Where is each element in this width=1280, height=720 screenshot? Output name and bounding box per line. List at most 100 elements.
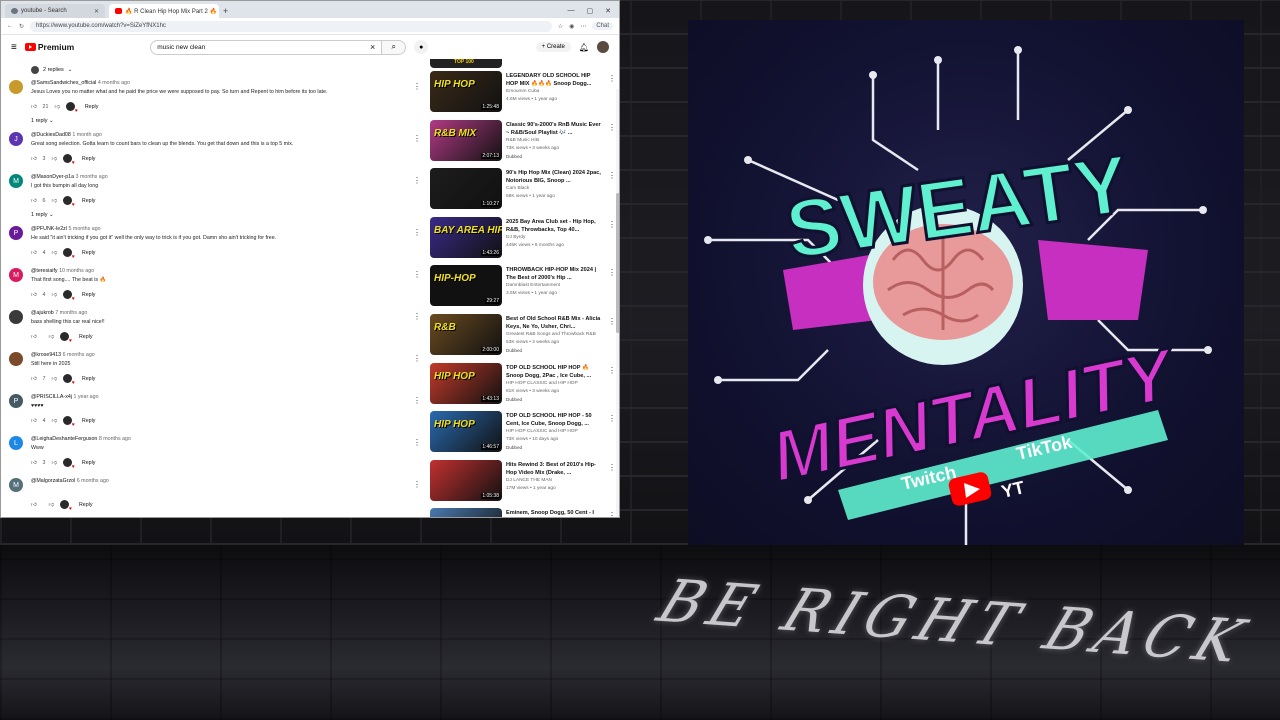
reload-icon[interactable]: ↻ xyxy=(19,23,24,30)
voice-search-button[interactable]: ● xyxy=(414,40,429,54)
video-title[interactable]: Best of Old School R&B Mix - Alicia Keys… xyxy=(506,315,602,331)
video-thumbnail[interactable]: HIP HOP 1:46:57 xyxy=(430,411,502,453)
channel-name[interactable]: HIP HOP CLASSIC and HIP HOP xyxy=(506,429,578,434)
video-thumbnail[interactable] xyxy=(430,508,502,517)
commenter-avatar[interactable]: J xyxy=(9,132,23,146)
related-video[interactable]: 1:10:27 90's Hip Hop Mix (Clean) 2024 2p… xyxy=(430,166,616,215)
account-avatar[interactable] xyxy=(597,41,609,53)
channel-name[interactable]: Damnblast Entertainment xyxy=(506,283,560,288)
related-video[interactable]: R&B 2:00:00 Best of Old School R&B Mix -… xyxy=(430,312,616,361)
commenter-avatar[interactable]: L xyxy=(9,436,23,450)
dislike-icon[interactable]: 👎︎ xyxy=(52,418,57,424)
commenter-avatar[interactable] xyxy=(9,310,23,324)
like-icon[interactable]: 👍︎ xyxy=(31,376,37,382)
comment-more-icon[interactable]: ⋮ xyxy=(413,176,421,185)
tab-current-video[interactable]: 🔥 R Clean Hip Hop Mix Part 2 🔥✕ xyxy=(109,4,219,18)
like-icon[interactable]: 👍︎ xyxy=(31,156,37,162)
video-title[interactable]: THROWBACK HIP-HOP Mix 2024 | The Best of… xyxy=(506,266,602,282)
notifications-bell-icon[interactable]: 🔔︎ xyxy=(579,43,589,52)
dislike-icon[interactable]: 👎︎ xyxy=(49,502,54,508)
comment-time[interactable]: 6 months ago xyxy=(77,478,109,484)
dislike-icon[interactable]: 👎︎ xyxy=(52,376,57,382)
url-field[interactable]: https://www.youtube.com/watch?v=SiZeYfNX… xyxy=(30,20,552,32)
video-title[interactable]: 2025 Bay Area Club set - Hip Hop, R&B, T… xyxy=(506,218,602,234)
view-replies-button[interactable]: 1 reply ⌄ xyxy=(9,212,426,222)
video-thumbnail[interactable]: R&B MIX 2:07:13 xyxy=(430,119,502,161)
comment-more-icon[interactable]: ⋮ xyxy=(413,312,421,321)
hamburger-menu-icon[interactable]: ≡ xyxy=(11,42,17,53)
like-icon[interactable]: 👍︎ xyxy=(31,334,37,340)
dislike-icon[interactable]: 👎︎ xyxy=(52,292,57,298)
reply-button[interactable]: Reply xyxy=(82,376,96,382)
comment-author[interactable]: @PFUNK-le2zl xyxy=(31,226,67,232)
commenter-avatar[interactable]: M xyxy=(9,478,23,492)
comment-time[interactable]: 3 months ago xyxy=(76,174,108,180)
video-more-icon[interactable]: ⋮ xyxy=(608,366,616,375)
partial-thumbnail[interactable]: TOP 100 xyxy=(430,59,502,68)
comment-more-icon[interactable]: ⋮ xyxy=(413,82,421,91)
reply-button[interactable]: Reply xyxy=(82,418,96,424)
like-icon[interactable]: 👍︎ xyxy=(31,292,37,298)
channel-name[interactable]: HIP HOP CLASSIC and HIP HOP xyxy=(506,381,578,386)
related-video[interactable]: HIP HOP 1:43:13 TOP OLD SCHOOL HIP HOP 🔥… xyxy=(430,361,616,410)
video-title[interactable]: TOP OLD SCHOOL HIP HOP 🔥 Snoop Dogg, 2Pa… xyxy=(506,364,602,380)
related-video[interactable]: HIP-HOP 29:27 THROWBACK HIP-HOP Mix 2024… xyxy=(430,263,616,312)
like-icon[interactable]: 👍︎ xyxy=(31,502,37,508)
reply-button[interactable]: Reply xyxy=(82,156,96,162)
comment-time[interactable]: 1 year ago xyxy=(73,394,98,400)
comment-more-icon[interactable]: ⋮ xyxy=(413,228,421,237)
video-title[interactable]: LEGENDARY OLD SCHOOL HIP HOP MIX 🔥🔥🔥 Sno… xyxy=(506,72,602,88)
video-title[interactable]: TOP OLD SCHOOL HIP HOP - 50 Cent, Ice Cu… xyxy=(506,412,602,428)
comment-more-icon[interactable]: ⋮ xyxy=(413,270,421,279)
comment-time[interactable]: 8 months ago xyxy=(99,436,131,442)
replies-toggle[interactable]: 2 replies ⌄ xyxy=(9,64,426,76)
commenter-avatar[interactable]: P xyxy=(9,394,23,408)
like-icon[interactable]: 👍︎ xyxy=(31,418,37,424)
video-more-icon[interactable]: ⋮ xyxy=(608,414,616,423)
clear-search-icon[interactable]: × xyxy=(370,42,375,52)
video-more-icon[interactable]: ⋮ xyxy=(608,317,616,326)
comment-author[interactable]: @PRISCILLA-x4j xyxy=(31,394,72,400)
video-more-icon[interactable]: ⋮ xyxy=(608,463,616,472)
video-more-icon[interactable]: ⋮ xyxy=(608,511,616,517)
profile-icon[interactable]: ◉ xyxy=(569,23,574,30)
video-more-icon[interactable]: ⋮ xyxy=(608,123,616,132)
video-thumbnail[interactable]: 1:05:38 xyxy=(430,459,502,501)
like-icon[interactable]: 👍︎ xyxy=(31,250,37,256)
view-replies-button[interactable]: 1 reply ⌄ xyxy=(9,118,426,128)
reply-button[interactable]: Reply xyxy=(85,104,99,110)
comment-more-icon[interactable]: ⋮ xyxy=(413,438,421,447)
comment-more-icon[interactable]: ⋮ xyxy=(413,134,421,143)
dislike-icon[interactable]: 👎︎ xyxy=(52,198,57,204)
comment-time[interactable]: 6 months ago xyxy=(63,352,95,358)
related-video[interactable]: R&B MIX 2:07:13 Classic 90's-2000's RnB … xyxy=(430,118,616,167)
comment-time[interactable]: 10 months ago xyxy=(59,268,94,274)
related-video[interactable]: BAY AREA HIP HOP 1:43:26 2025 Bay Area C… xyxy=(430,215,616,264)
youtube-logo[interactable]: Premium xyxy=(24,42,74,52)
commenter-avatar[interactable]: M xyxy=(9,268,23,282)
comment-author[interactable]: @ajukrob xyxy=(31,310,54,316)
related-video[interactable]: 1:05:38 Hits Rewind 3: Best of 2010's Hi… xyxy=(430,458,616,507)
dislike-icon[interactable]: 👎︎ xyxy=(52,156,57,162)
reply-button[interactable]: Reply xyxy=(79,502,93,508)
related-video[interactable]: HIP HOP 1:46:57 TOP OLD SCHOOL HIP HOP -… xyxy=(430,409,616,458)
channel-name[interactable]: Cam Black xyxy=(506,186,529,191)
commenter-avatar[interactable]: P xyxy=(9,226,23,240)
reply-button[interactable]: Reply xyxy=(79,334,93,340)
related-video[interactable]: Eminem, Snoop Dogg, 50 Cent - I Got 5 On… xyxy=(430,506,616,517)
video-title[interactable]: Hits Rewind 3: Best of 2010's Hip-Hop Vi… xyxy=(506,461,602,477)
video-more-icon[interactable]: ⋮ xyxy=(608,171,616,180)
comment-time[interactable]: 4 months ago xyxy=(98,80,130,86)
like-icon[interactable]: 👍︎ xyxy=(31,198,37,204)
video-more-icon[interactable]: ⋮ xyxy=(608,268,616,277)
minimize-icon[interactable]: — xyxy=(568,7,575,15)
like-icon[interactable]: 👍︎ xyxy=(31,460,37,466)
back-icon[interactable]: ← xyxy=(7,23,13,29)
video-title[interactable]: 90's Hip Hop Mix (Clean) 2024 2pac, Noto… xyxy=(506,169,602,185)
comment-author[interactable]: @SamsSandwiches_official xyxy=(31,80,96,86)
tab-youtube-search[interactable]: youtube - Search ✕ xyxy=(5,4,105,18)
channel-name[interactable]: Emoumm Cuba xyxy=(506,89,539,94)
search-input[interactable]: music new clean × xyxy=(150,39,383,55)
video-more-icon[interactable]: ⋮ xyxy=(608,220,616,229)
video-thumbnail[interactable]: HIP HOP 1:43:13 xyxy=(430,362,502,404)
